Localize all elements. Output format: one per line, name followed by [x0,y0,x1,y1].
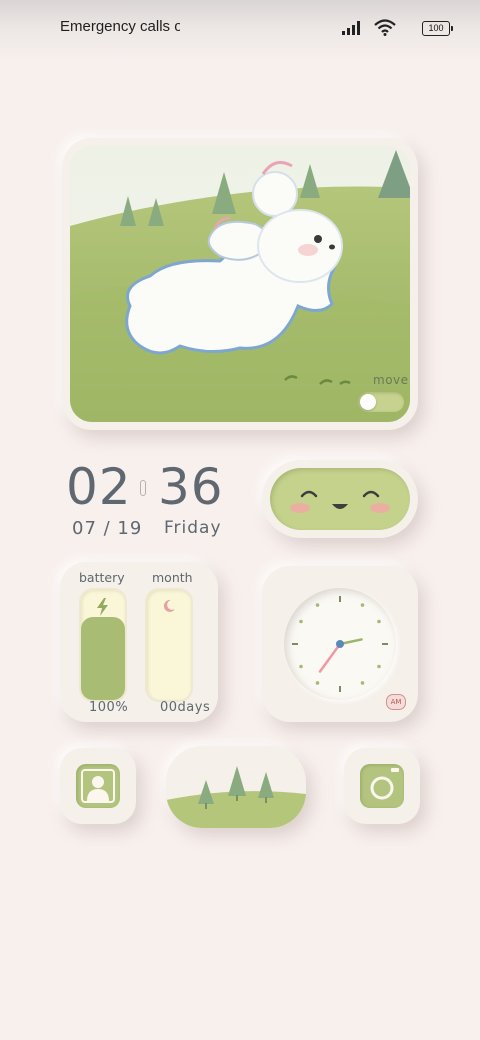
battery-gauge-fill [81,617,125,700]
trees-icon [166,766,306,828]
clock-date: 07 / 19 [72,518,143,539]
clock-hours: 02 [66,458,132,516]
clock-tick-minor [360,681,365,685]
battery-label: battery [79,570,125,585]
battery-gauge [79,588,127,702]
clock-center-pin [336,640,344,648]
smiley-face-icon [270,468,410,530]
clock-tick-minor [299,664,303,669]
scenery-app-button[interactable] [166,746,306,828]
lightning-icon [97,598,108,616]
clock-separator [140,480,146,496]
digital-clock[interactable]: 02 36 [66,458,226,518]
clock-tick-minor [315,681,320,685]
status-bar: Emergency calls o 100 [0,0,480,62]
clock-dial [292,596,388,692]
clock-minutes: 36 [158,458,224,516]
bunny-illustration [70,146,410,422]
month-label: month [152,570,193,585]
status-icons: 100 [330,18,453,38]
am-pm-badge: AM [386,694,406,710]
camera-icon [360,764,404,808]
move-toggle[interactable] [358,392,404,412]
battery-status-icon: 100 [422,21,453,36]
clock-weekday: Friday [164,518,222,538]
analog-clock-widget[interactable]: AM [262,566,418,722]
battery-value: 100% [89,700,129,715]
clock-tick-minor [315,603,320,607]
wifi-icon [374,19,396,36]
battery-month-widget[interactable]: battery month 100% 00days [60,562,218,722]
clock-tick-minor [360,603,365,607]
clock-tick-minor [299,619,303,624]
smiley-face-widget[interactable] [262,460,418,538]
clock-tick-minor [377,619,381,624]
bunny-picture-widget[interactable]: move [62,138,418,430]
camera-app-button[interactable] [344,748,420,824]
toggle-knob [360,394,376,410]
moon-icon [163,599,175,612]
month-gauge [145,588,193,702]
carrier-status-text: Emergency calls o [60,18,180,35]
contacts-app-button[interactable] [60,748,136,824]
clock-face [284,588,396,700]
month-value: 00days [160,700,211,715]
clock-tick-minor [377,664,381,669]
move-toggle-label: move [373,373,409,387]
clock-minute-hand [318,642,342,673]
person-icon [76,764,120,808]
bunny-scene: move [70,146,410,422]
signal-bars-icon [342,21,360,35]
